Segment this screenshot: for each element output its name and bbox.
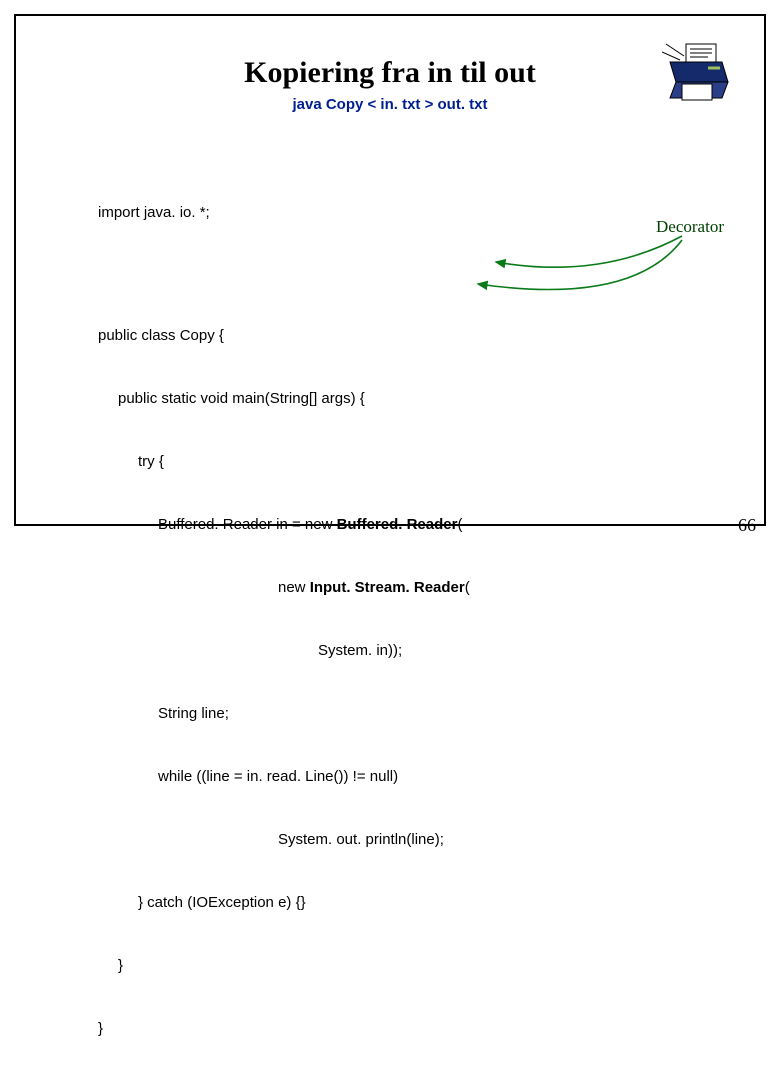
code-line: System. in));: [318, 640, 470, 661]
code-line: public class Copy {: [98, 325, 470, 346]
page-number: 66: [738, 515, 756, 536]
code-line: System. out. println(line);: [278, 829, 470, 850]
code-line: new Input. Stream. Reader(: [278, 577, 470, 598]
code-line: public static void main(String[] args) {: [118, 388, 470, 409]
code-line: Buffered. Reader in = new Buffered. Read…: [158, 514, 470, 535]
code-block: import java. io. *; public class Copy { …: [98, 160, 470, 1080]
code-line: }: [118, 955, 470, 976]
arrow-icon: [472, 236, 690, 294]
code-line: } catch (IOException e) {}: [138, 892, 470, 913]
printer-icon: [662, 40, 734, 104]
code-line: String line;: [158, 703, 470, 724]
code-line: import java. io. *;: [98, 202, 470, 223]
code-line: try {: [138, 451, 470, 472]
code-line: while ((line = in. read. Line()) != null…: [158, 766, 470, 787]
slide-page: Kopiering fra in til out java Copy < in.…: [0, 0, 780, 540]
code-line: }: [98, 1018, 470, 1039]
